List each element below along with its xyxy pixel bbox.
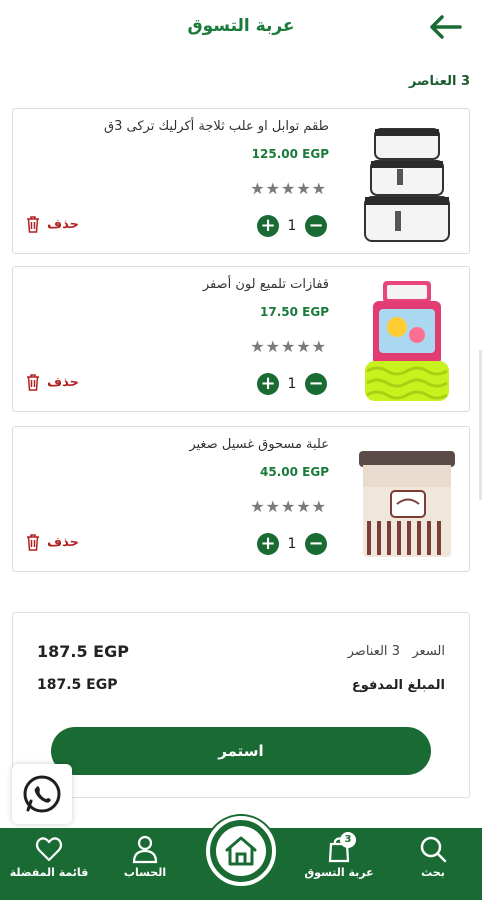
quantity-stepper: + 1 − xyxy=(257,531,327,557)
home-button-inner xyxy=(216,826,266,876)
product-price: 17.50 EGP xyxy=(260,305,329,319)
increase-quantity-button[interactable]: + xyxy=(257,533,279,555)
quantity-stepper: + 1 − xyxy=(257,371,327,397)
nav-account-label: الحساب xyxy=(123,866,167,879)
product-name[interactable]: طقم توابل او علب ثلاجة أكرليك تركى 3ق xyxy=(104,119,329,134)
decrease-quantity-button[interactable]: − xyxy=(305,533,327,555)
product-price: 45.00 EGP xyxy=(260,465,329,479)
cart-item: قفازات تلميع لون أصفر 17.50 EGP ★★★★★ + … xyxy=(12,266,470,412)
search-icon xyxy=(420,836,447,863)
delete-button[interactable]: حذف xyxy=(25,373,79,391)
product-image xyxy=(359,451,455,557)
quantity-stepper: + 1 − xyxy=(257,213,327,239)
product-name[interactable]: قفازات تلميع لون أصفر xyxy=(203,277,329,292)
cart-item: طقم توابل او علب ثلاجة أكرليك تركى 3ق 12… xyxy=(12,108,470,254)
user-icon xyxy=(132,835,158,864)
cart-item: علبة مسحوق غسيل صغير 45.00 EGP ★★★★★ + 1… xyxy=(12,426,470,572)
trash-icon xyxy=(27,534,39,551)
trash-icon xyxy=(27,216,39,233)
product-image xyxy=(365,281,449,401)
cart-count-badge: 3 xyxy=(340,832,356,848)
nav-search-label: بحث xyxy=(421,866,445,879)
delete-button[interactable]: حذف xyxy=(25,533,79,551)
rating-stars: ★★★★★ xyxy=(250,179,327,198)
decrease-quantity-button[interactable]: − xyxy=(305,215,327,237)
quantity-value: 1 xyxy=(287,218,297,234)
order-summary: 187.5 EGP السعر 3 العناصر 187.5 EGP المب… xyxy=(12,612,470,798)
quantity-value: 1 xyxy=(287,536,297,552)
price-label-group: السعر 3 العناصر xyxy=(348,644,445,659)
trash-icon xyxy=(27,374,39,391)
home-icon xyxy=(225,836,257,866)
heart-icon xyxy=(35,837,63,862)
continue-button[interactable]: استمر xyxy=(51,727,431,775)
price-label: السعر xyxy=(412,643,445,659)
items-count: 3 العناصر xyxy=(408,74,470,89)
price-row: 187.5 EGP السعر 3 العناصر xyxy=(37,639,445,663)
rating-stars: ★★★★★ xyxy=(250,337,327,356)
nav-cart[interactable]: 3 عربة التسوق xyxy=(294,832,384,879)
delete-label: حذف xyxy=(47,216,79,232)
product-price: 125.00 EGP xyxy=(251,147,329,161)
delete-label: حذف xyxy=(47,374,79,390)
delete-button[interactable]: حذف xyxy=(25,215,79,233)
quantity-value: 1 xyxy=(287,376,297,392)
nav-home-button[interactable] xyxy=(206,816,276,886)
nav-search[interactable]: بحث xyxy=(388,834,478,879)
nav-favorites[interactable]: قائمة المفضلة xyxy=(4,834,94,879)
whatsapp-icon xyxy=(23,775,61,813)
product-image xyxy=(364,128,450,242)
decrease-quantity-button[interactable]: − xyxy=(305,373,327,395)
increase-quantity-button[interactable]: + xyxy=(257,215,279,237)
paid-row: 187.5 EGP المبلغ المدفوع xyxy=(37,673,445,697)
increase-quantity-button[interactable]: + xyxy=(257,373,279,395)
paid-label: المبلغ المدفوع xyxy=(351,677,445,693)
back-arrow-icon[interactable] xyxy=(426,12,464,42)
paid-value: 187.5 EGP xyxy=(37,677,118,693)
app-header: عربة التسوق xyxy=(0,0,482,60)
whatsapp-button[interactable] xyxy=(12,764,72,824)
nav-cart-label: عربة التسوق xyxy=(304,866,374,879)
nav-account[interactable]: الحساب xyxy=(100,834,190,879)
summary-items-count: 3 العناصر xyxy=(347,643,400,659)
delete-label: حذف xyxy=(47,534,79,550)
rating-stars: ★★★★★ xyxy=(250,497,327,516)
product-name[interactable]: علبة مسحوق غسيل صغير xyxy=(189,437,329,452)
nav-favorites-label: قائمة المفضلة xyxy=(9,866,89,879)
price-value: 187.5 EGP xyxy=(37,641,129,661)
page-title: عربة التسوق xyxy=(187,16,295,36)
